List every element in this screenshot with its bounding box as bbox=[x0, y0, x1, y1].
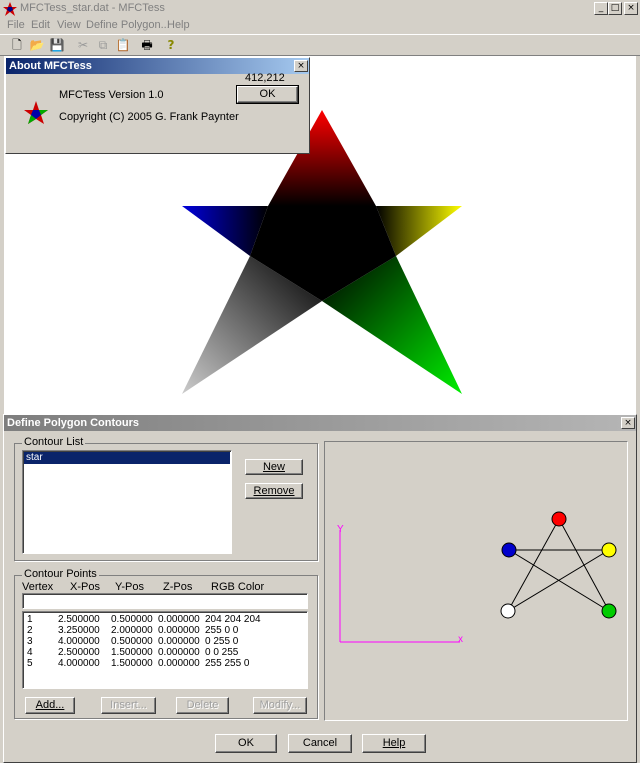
toolbar: 🗋 📂 💾 ✂ ⧉ 📋 🖶 ? bbox=[0, 34, 640, 56]
point-row[interactable]: 4 2.500000 1.500000 0.000000 0 0 255 bbox=[27, 647, 238, 658]
define-dialog-title: Define Polygon Contours bbox=[7, 417, 139, 429]
y-cell: 1.500000 bbox=[111, 647, 153, 658]
rgb-cell: 0 255 0 bbox=[205, 636, 239, 647]
vertex-cell: 3 bbox=[27, 636, 33, 647]
column-x-pos: X-Pos bbox=[70, 581, 100, 593]
contour-list-label: Contour List bbox=[22, 436, 86, 448]
vertex-marker-yellow bbox=[601, 542, 617, 558]
vertex-marker-blue bbox=[501, 542, 517, 558]
point-row[interactable]: 3 4.000000 0.500000 0.000000 0 255 0 bbox=[27, 636, 238, 647]
z-cell: 0.000000 bbox=[158, 625, 200, 636]
vertex-cell: 1 bbox=[27, 614, 33, 625]
remove-contour-button[interactable]: Remove bbox=[245, 483, 303, 499]
rgb-cell: 255 255 0 bbox=[205, 658, 250, 669]
contour-points-label: Contour Points bbox=[22, 568, 99, 580]
dialog-help-button[interactable]: Help bbox=[362, 734, 426, 753]
help-button-label: Help bbox=[382, 737, 406, 749]
rgb-cell: 204 204 204 bbox=[205, 614, 261, 625]
dialog-ok-button[interactable]: OK bbox=[215, 734, 277, 753]
paste-icon[interactable]: 📋 bbox=[114, 37, 132, 54]
define-polygon-dialog: Define Polygon Contours × Contour List s… bbox=[3, 414, 637, 763]
y-cell: 2.000000 bbox=[111, 625, 153, 636]
contour-listbox[interactable]: star bbox=[22, 450, 232, 554]
modify-point-button[interactable]: Modify... bbox=[253, 697, 307, 714]
x-cell: 2.500000 bbox=[58, 614, 100, 625]
coordinate-readout: 412,212 bbox=[245, 72, 285, 84]
vertex-cell: 4 bbox=[27, 647, 33, 658]
about-version-text: MFCTess Version 1.0 bbox=[59, 89, 164, 101]
y-cell: 1.500000 bbox=[111, 658, 153, 669]
x-axis-label: x bbox=[458, 634, 463, 645]
column-rgb-color: RGB Color bbox=[211, 581, 265, 593]
app-star-icon bbox=[3, 2, 17, 16]
z-cell: 0.000000 bbox=[158, 658, 200, 669]
z-cell: 0.000000 bbox=[158, 636, 200, 647]
z-cell: 0.000000 bbox=[158, 614, 200, 625]
z-cell: 0.000000 bbox=[158, 647, 200, 658]
x-cell: 3.250000 bbox=[58, 625, 100, 636]
menu-file[interactable]: File bbox=[7, 19, 25, 31]
help-icon[interactable]: ? bbox=[162, 37, 180, 54]
about-dialog-title: About MFCTess bbox=[9, 60, 92, 72]
menu-define-polygon[interactable]: Define Polygon... bbox=[86, 19, 170, 31]
vertex-marker-green bbox=[601, 603, 617, 619]
contour-outline bbox=[507, 517, 611, 613]
menu-view[interactable]: View bbox=[57, 19, 81, 31]
rgb-cell: 0 0 255 bbox=[205, 647, 239, 658]
about-close-button[interactable]: × bbox=[294, 60, 308, 72]
point-row[interactable]: 1 2.500000 0.500000 0.000000 204 204 204 bbox=[27, 614, 261, 625]
point-edit-field[interactable] bbox=[22, 593, 308, 609]
menu-edit[interactable]: Edit bbox=[31, 19, 50, 31]
x-cell: 4.000000 bbox=[58, 636, 100, 647]
contour-list-item-star[interactable]: star bbox=[24, 452, 230, 464]
vertex-marker-red bbox=[551, 511, 567, 527]
point-row[interactable]: 2 3.250000 2.000000 0.000000 255 0 0 bbox=[27, 625, 238, 636]
add-button-label: Add... bbox=[35, 699, 65, 711]
x-cell: 4.000000 bbox=[58, 658, 100, 669]
column-y-pos: Y-Pos bbox=[115, 581, 144, 593]
x-cell: 2.500000 bbox=[58, 647, 100, 658]
main-title-bar[interactable]: MFCTess_star.dat - MFCTess _ □ × bbox=[0, 0, 640, 18]
remove-button-label: Remove bbox=[253, 485, 295, 497]
add-point-button[interactable]: Add... bbox=[25, 697, 75, 714]
cut-icon[interactable]: ✂ bbox=[74, 37, 92, 54]
about-ok-button[interactable]: OK bbox=[236, 85, 299, 104]
menu-bar: File Edit View Define Polygon... Help bbox=[0, 18, 640, 34]
vertex-cell: 2 bbox=[27, 625, 33, 636]
menu-help[interactable]: Help bbox=[167, 19, 190, 31]
about-copyright-text: Copyright (C) 2005 G. Frank Paynter bbox=[59, 111, 239, 123]
delete-point-button[interactable]: Delete bbox=[176, 697, 229, 714]
point-row[interactable]: 5 4.000000 1.500000 0.000000 255 255 0 bbox=[27, 658, 250, 669]
app-star-icon bbox=[24, 101, 48, 124]
define-close-button[interactable]: × bbox=[621, 417, 635, 429]
new-contour-button[interactable]: New bbox=[245, 459, 303, 475]
main-window-title: MFCTess_star.dat - MFCTess bbox=[20, 2, 165, 14]
insert-point-button[interactable]: Insert... bbox=[101, 697, 156, 714]
contour-preview bbox=[339, 511, 617, 643]
y-axis-label: Y bbox=[337, 524, 344, 535]
close-window-button[interactable]: × bbox=[624, 2, 638, 15]
column-z-pos: Z-Pos bbox=[163, 581, 193, 593]
y-cell: 0.500000 bbox=[111, 614, 153, 625]
preview-panel: Y x bbox=[324, 441, 628, 721]
dialog-cancel-button[interactable]: Cancel bbox=[288, 734, 352, 753]
column-vertex: Vertex bbox=[22, 581, 54, 593]
define-dialog-title-bar[interactable]: Define Polygon Contours bbox=[4, 415, 636, 431]
y-cell: 0.500000 bbox=[111, 636, 153, 647]
points-listbox[interactable]: 1 2.500000 0.500000 0.000000 204 204 204 2 3.… bbox=[22, 611, 308, 689]
maximize-button[interactable]: □ bbox=[608, 2, 622, 15]
rgb-cell: 255 0 0 bbox=[205, 625, 239, 636]
copy-icon[interactable]: ⧉ bbox=[94, 37, 112, 54]
print-icon[interactable]: 🖶 bbox=[138, 37, 156, 54]
open-folder-icon[interactable]: 📂 bbox=[28, 37, 46, 54]
new-button-label: New bbox=[262, 461, 285, 473]
vertex-marker-white bbox=[500, 603, 516, 619]
new-file-icon[interactable]: 🗋 bbox=[8, 37, 26, 54]
vertex-cell: 5 bbox=[27, 658, 33, 669]
save-icon[interactable]: 💾 bbox=[48, 37, 66, 54]
minimize-button[interactable]: _ bbox=[594, 2, 608, 15]
